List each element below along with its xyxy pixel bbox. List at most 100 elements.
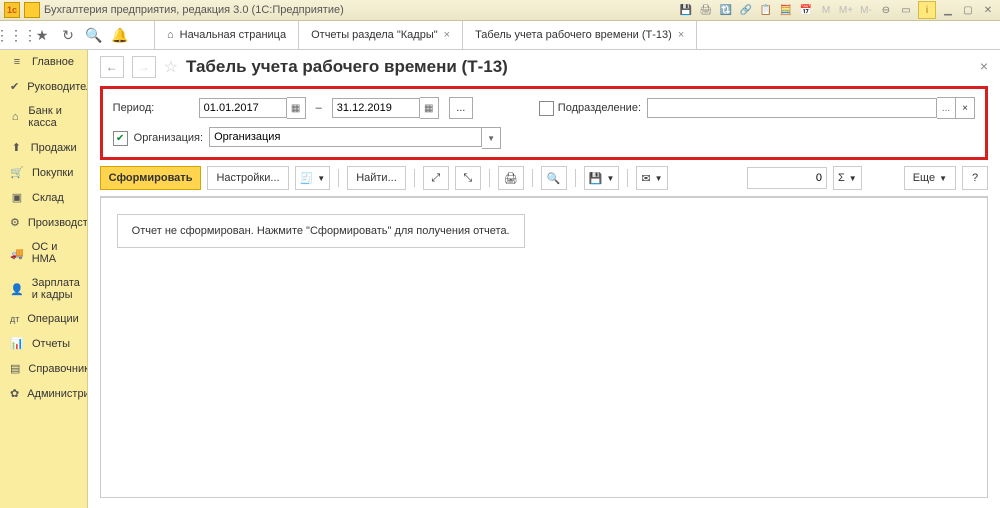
sidebar-item-sales[interactable]: ⬆Продажи <box>0 135 87 160</box>
save-icon[interactable]: 💾 <box>678 2 694 18</box>
sidebar-item-main[interactable]: ≡Главное <box>0 50 87 74</box>
close-window-icon[interactable]: ✕ <box>980 2 996 18</box>
expand-icon[interactable]: ⤢ <box>423 166 449 190</box>
chevron-down-icon[interactable]: ▼ <box>482 127 501 149</box>
close-icon[interactable]: × <box>444 29 450 41</box>
tabs: ⌂ Начальная страница Отчеты раздела "Кад… <box>155 21 697 49</box>
nav-back-button[interactable]: ← <box>100 56 124 78</box>
filter-row-period: Период: ▦ – ▦ ... ✔ Подразделение: .. <box>113 97 975 119</box>
variants-icon: 🧾 <box>300 172 314 185</box>
sigma-input[interactable] <box>747 167 827 189</box>
tab-label: Табель учета рабочего времени (Т-13) <box>475 29 672 41</box>
sidebar-item-label: ОС и НМА <box>32 241 77 265</box>
truck-icon: 🚚 <box>10 247 24 260</box>
print-icon[interactable]: 🖨 <box>698 2 714 18</box>
m-icon[interactable]: M <box>818 2 834 18</box>
organization-input[interactable] <box>209 127 482 147</box>
page-title: Табель учета рабочего времени (Т-13) <box>186 57 508 77</box>
calc-icon[interactable]: 🧮 <box>778 2 794 18</box>
sidebar-item-production[interactable]: ⚙Производство <box>0 210 87 235</box>
generate-button[interactable]: Сформировать <box>100 166 202 190</box>
tab-home[interactable]: ⌂ Начальная страница <box>155 21 299 49</box>
more-button[interactable]: Еще ▼ <box>904 166 956 190</box>
sidebar-item-payroll[interactable]: 👤Зарплата и кадры <box>0 271 87 307</box>
maximize-icon[interactable]: ▢ <box>960 2 976 18</box>
sidebar-item-label: Склад <box>32 192 64 204</box>
sidebar-item-label: Администрирование <box>27 388 87 400</box>
sales-icon: ⬆ <box>10 141 23 154</box>
settings-button[interactable]: Настройки... <box>207 166 288 190</box>
variants-button[interactable]: 🧾 ▼ <box>295 166 331 190</box>
titlebar-left: 1с Бухгалтерия предприятия, редакция 3.0… <box>4 2 344 18</box>
date-from-input[interactable] <box>199 98 287 118</box>
dropdown-icon[interactable] <box>24 2 40 18</box>
sidebar-item-label: Операции <box>27 313 78 325</box>
subdivision-label: Подразделение: <box>558 102 641 114</box>
zoom-out-icon[interactable]: ⊖ <box>878 2 894 18</box>
page-header: ← → ☆ Табель учета рабочего времени (Т-1… <box>88 50 1000 82</box>
notifications-icon[interactable]: 🔔 <box>112 27 128 43</box>
sidebar-item-operations[interactable]: дтОперации <box>0 307 87 331</box>
subdivision-input[interactable] <box>647 98 937 118</box>
search-icon[interactable]: 🔍 <box>86 27 102 43</box>
organization-checkbox[interactable]: ✔ <box>113 131 128 146</box>
preview-button[interactable]: 🔍 <box>541 166 567 190</box>
subdivision-clear-button[interactable]: × <box>956 97 975 119</box>
sidebar-item-assets[interactable]: 🚚 ОС и НМА <box>0 235 87 271</box>
toolbar-separator <box>575 169 576 187</box>
info-icon[interactable]: i <box>918 1 936 19</box>
close-icon[interactable]: × <box>678 29 684 41</box>
sidebar: ≡Главное ✔Руководителю ⌂Банк и касса ⬆Пр… <box>0 50 88 508</box>
window-icon[interactable]: ▭ <box>898 2 914 18</box>
subdivision-input-wrap: ... × <box>647 97 975 119</box>
cog-icon: ✿ <box>10 387 19 400</box>
period-picker-button[interactable]: ... <box>449 97 473 119</box>
nav-forward-button[interactable]: → <box>132 56 156 78</box>
apps-icon[interactable]: ⋮⋮⋮ <box>8 27 24 43</box>
link-icon[interactable]: 🔗 <box>738 2 754 18</box>
organization-label: Организация: <box>134 132 203 144</box>
app-logo-icon: 1с <box>4 2 20 18</box>
chevron-down-icon: ▼ <box>939 174 947 183</box>
history-icon[interactable]: ↻ <box>60 27 76 43</box>
body: ≡Главное ✔Руководителю ⌂Банк и касса ⬆Пр… <box>0 50 1000 508</box>
calendar-icon[interactable]: ▦ <box>420 97 439 119</box>
refresh-icon[interactable]: 🔃 <box>718 2 734 18</box>
sidebar-item-reports[interactable]: 📊Отчеты <box>0 331 87 356</box>
sigma-button[interactable]: Σ ▼ <box>833 166 862 190</box>
sidebar-item-purchases[interactable]: 🛒Покупки <box>0 160 87 185</box>
m-plus-icon[interactable]: M+ <box>838 2 854 18</box>
sidebar-item-admin[interactable]: ✿ Администрирование <box>0 381 87 406</box>
sidebar-item-warehouse[interactable]: ▣ Склад <box>0 185 87 210</box>
clipboard-icon[interactable]: 📋 <box>758 2 774 18</box>
calendar-icon[interactable]: 📅 <box>798 2 814 18</box>
sidebar-item-manager[interactable]: ✔Руководителю <box>0 74 87 99</box>
calendar-icon[interactable]: ▦ <box>287 97 306 119</box>
sidebar-item-directories[interactable]: ▤Справочники <box>0 356 87 381</box>
m-minus-icon[interactable]: M- <box>858 2 874 18</box>
tab-label: Начальная страница <box>180 29 286 41</box>
sidebar-item-label: Руководителю <box>27 81 87 93</box>
star-icon[interactable]: ☆ <box>164 57 178 77</box>
minimize-icon[interactable]: ▁ <box>940 2 956 18</box>
chevron-down-icon: ▼ <box>655 174 663 183</box>
close-page-icon[interactable]: × <box>980 58 988 74</box>
date-separator: – <box>312 102 326 114</box>
tab-tabel-t13[interactable]: Табель учета рабочего времени (Т-13) × <box>463 21 697 49</box>
sidebar-item-bank[interactable]: ⌂Банк и касса <box>0 99 87 135</box>
gear-icon: ⚙ <box>10 216 20 229</box>
box-icon: ▣ <box>10 191 24 204</box>
subdivision-picker-button[interactable]: ... <box>937 97 956 119</box>
tab-reports-kadry[interactable]: Отчеты раздела "Кадры" × <box>299 21 463 49</box>
floppy-icon: 💾 <box>589 172 603 185</box>
subdivision-checkbox[interactable]: ✔ <box>539 101 554 116</box>
collapse-icon[interactable]: ⤡ <box>455 166 481 190</box>
print-button[interactable]: 🖨 <box>498 166 524 190</box>
save-button[interactable]: 💾 ▼ <box>584 166 620 190</box>
favorite-icon[interactable]: ★ <box>34 27 50 43</box>
date-to-input[interactable] <box>332 98 420 118</box>
help-button[interactable]: ? <box>962 166 988 190</box>
mail-button[interactable]: ✉ ▼ <box>636 166 667 190</box>
find-button[interactable]: Найти... <box>347 166 406 190</box>
filters-panel: Период: ▦ – ▦ ... ✔ Подразделение: .. <box>100 86 988 160</box>
